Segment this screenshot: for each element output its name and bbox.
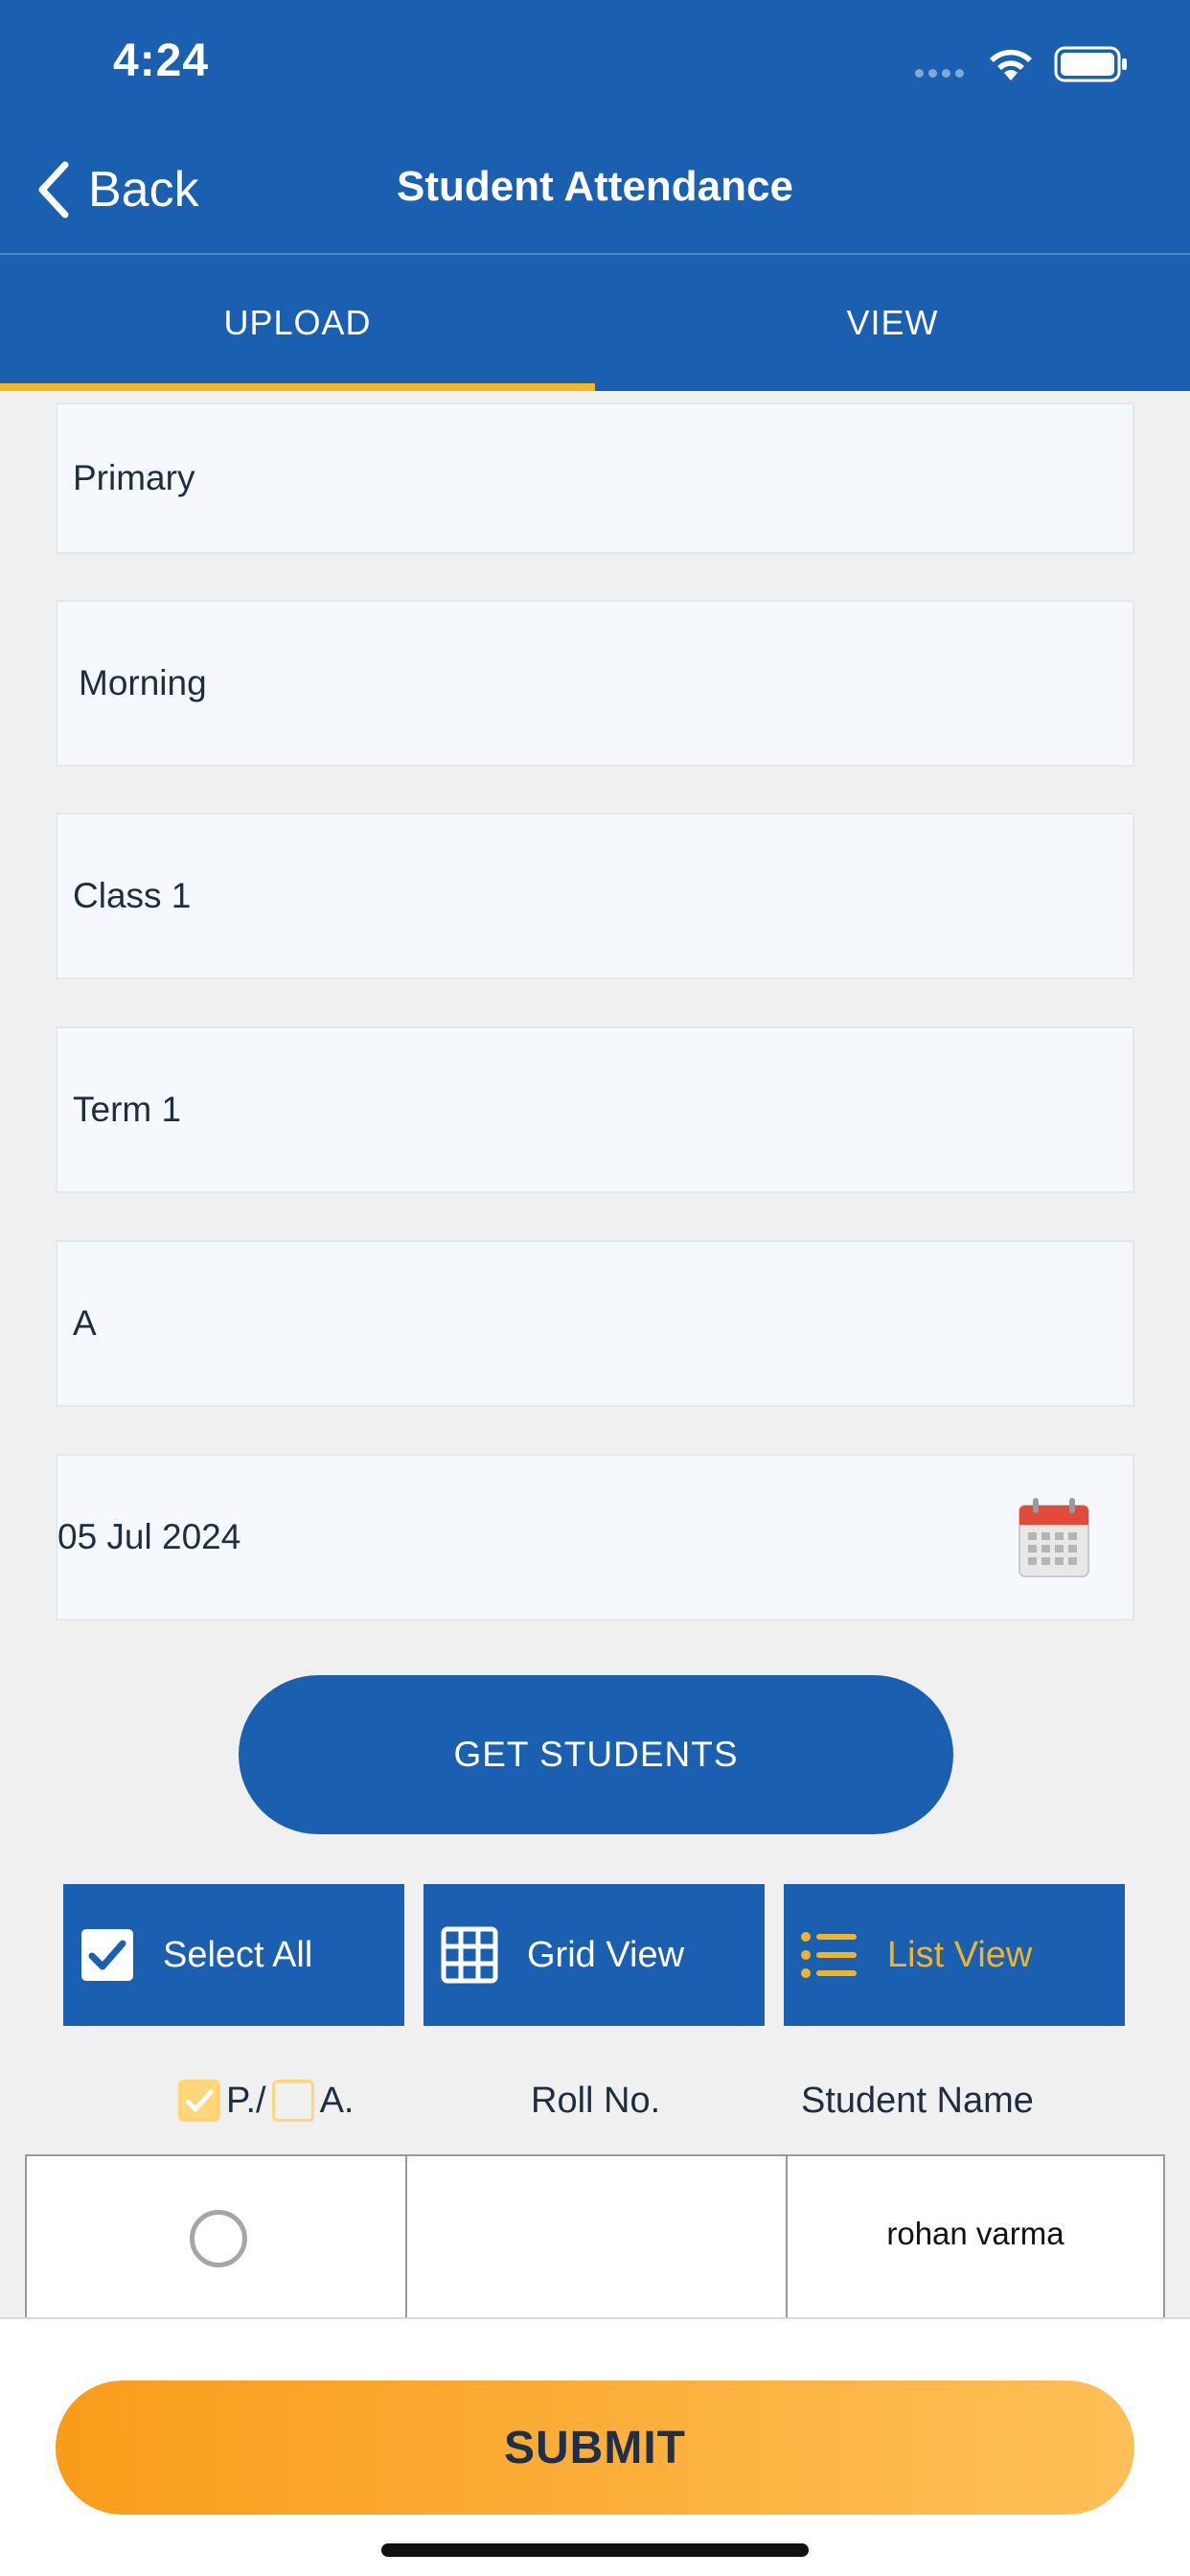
select-all-button[interactable]: Select All — [63, 1884, 404, 2026]
select-all-label: Select All — [163, 1934, 313, 1975]
date-field[interactable]: 05 Jul 2024 — [56, 1454, 1134, 1621]
back-button[interactable]: Back — [34, 153, 199, 226]
class-dropdown[interactable]: Class 1 — [56, 813, 1134, 979]
list-view-label: List View — [887, 1934, 1033, 1975]
section-dropdown[interactable]: A — [56, 1240, 1134, 1407]
grid-icon — [441, 1926, 498, 1984]
submit-button[interactable]: SUBMIT — [56, 2380, 1134, 2515]
grid-view-button[interactable]: Grid View — [423, 1884, 765, 2026]
app-header: 4:24 Back Student Attendance UPLOAD VIEW — [0, 0, 1190, 391]
calendar-icon[interactable] — [1018, 1496, 1090, 1578]
active-tab-indicator — [0, 383, 595, 391]
present-header-label: P./ — [226, 2080, 266, 2121]
home-indicator — [381, 2543, 809, 2557]
roll-no-cell — [407, 2156, 788, 2344]
term-dropdown[interactable]: Term 1 — [56, 1026, 1134, 1193]
class-value: Class 1 — [73, 876, 192, 915]
grid-view-label: Grid View — [527, 1934, 685, 1975]
student-name-header: Student Name — [801, 2080, 1034, 2121]
battery-icon — [1054, 46, 1127, 82]
term-value: Term 1 — [73, 1090, 182, 1129]
get-students-button[interactable]: GET STUDENTS — [239, 1675, 953, 1834]
absent-header-label: A. — [319, 2080, 355, 2121]
roll-no-value — [407, 2156, 786, 2216]
present-check-icon — [178, 2080, 220, 2122]
checkbox-checked-icon — [80, 1928, 134, 1982]
attendance-cell — [27, 2156, 407, 2344]
wifi-icon — [990, 49, 1032, 80]
chevron-left-icon — [38, 161, 69, 218]
student-name-value: rohan varma — [886, 2216, 1064, 2251]
absent-box-icon — [271, 2080, 314, 2122]
list-icon — [801, 1931, 858, 1979]
level-value: Primary — [73, 458, 195, 497]
status-time: 4:24 — [113, 35, 210, 86]
student-name-cell: rohan varma — [788, 2156, 1163, 2344]
back-label: Back — [88, 162, 199, 218]
cellular-signal-icon — [915, 69, 964, 78]
attendance-radio[interactable] — [190, 2210, 247, 2267]
roll-no-header: Roll No. — [531, 2080, 661, 2121]
present-absent-header: P./ A. — [178, 2072, 354, 2129]
shift-dropdown[interactable]: Morning — [56, 600, 1134, 767]
list-view-button[interactable]: List View — [784, 1884, 1125, 2026]
date-value: 05 Jul 2024 — [57, 1517, 241, 1556]
shift-value: Morning — [79, 663, 207, 702]
section-value: A — [73, 1303, 97, 1343]
level-dropdown[interactable]: Primary — [56, 402, 1134, 554]
tab-view[interactable]: VIEW — [595, 255, 1190, 391]
tab-upload[interactable]: UPLOAD — [0, 255, 595, 391]
bottom-bar: SUBMIT — [0, 2317, 1190, 2576]
